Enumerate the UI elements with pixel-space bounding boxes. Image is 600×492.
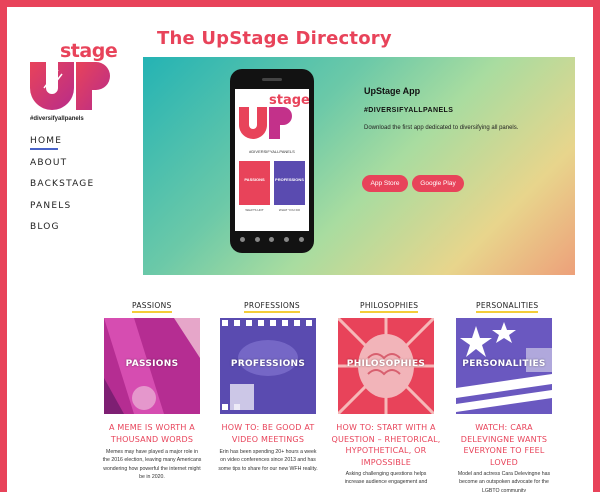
phone-tile-professions: PROFESSIONS [274,161,305,205]
hashtag-text: #diversifyallpanels [30,116,84,122]
passions-card-image[interactable]: PASSIONS [104,318,200,414]
card-image-word: PHILOSOPHIES [346,359,426,369]
google-play-button[interactable]: Google Play [412,175,464,192]
card-image-word: PROFESSIONS [230,359,306,369]
hero-description: Download the first app dedicated to dive… [364,125,519,131]
phone-tile-label: PASSIONS [244,177,265,182]
professions-card-image[interactable]: PROFESSIONS [220,318,316,414]
passions-article-excerpt: Memes may have played a major role in th… [102,449,202,480]
category-philosophies-link[interactable]: PHILOSOPHIES [360,301,419,313]
phone-speaker [262,78,282,81]
site-logo[interactable]: stage [28,40,118,110]
dock-icon [269,236,275,242]
phone-screen: stage #DIVERSIFYALLPANELS PASSIONS PROFE… [235,89,309,231]
category-personalities-link[interactable]: PERSONALITIES [476,301,539,313]
professions-article-title[interactable]: HOW TO: BE GOOD AT VIDEO MEETINGS [213,422,323,445]
philosophies-article-excerpt: Asking challenging questions helps incre… [344,471,428,486]
up-logo-icon [30,62,110,110]
category-passions-link[interactable]: PASSIONS [132,301,172,313]
phone-tile-label: PROFESSIONS [275,177,304,182]
dock-icon [254,236,260,242]
phone-tile-caption: WHAT'S HOT [245,208,264,212]
hero-title: UpStage App [364,86,421,96]
phone-mockup: stage #DIVERSIFYALLPANELS PASSIONS PROFE… [230,69,314,253]
nav-item-panels[interactable]: PANELS [30,201,94,223]
phone-tile-passions: PASSIONS [239,161,270,205]
professions-article-excerpt: Erin has been spending 20+ hours a week … [218,449,318,472]
philosophies-article-title[interactable]: HOW TO: START WITH A QUESTION – RHETORIC… [331,422,441,468]
card-image-word: PASSIONS [125,359,179,369]
phone-logo-word: stage [269,93,309,108]
nav-item-about[interactable]: ABOUT [30,158,94,180]
app-hero-banner: stage #DIVERSIFYALLPANELS PASSIONS PROFE… [143,57,575,275]
main-nav: HOME ABOUT BACKSTAGE PANELS BLOG [30,136,94,244]
personalities-article-excerpt: Model and actress Cara Delevingne has be… [457,471,551,492]
phone-tile-caption: WHAT YOU DO [278,208,301,212]
category-professions-link[interactable]: PROFESSIONS [244,301,300,313]
dock-icon [284,236,290,242]
app-store-button[interactable]: App Store [362,175,408,192]
hero-subtitle: #DIVERSIFYALLPANELS [364,107,454,114]
dock-icon [239,236,245,242]
phone-hashtag: #DIVERSIFYALLPANELS [249,149,295,154]
personalities-card-image[interactable]: PERSONALITIES [456,318,552,414]
personalities-article-title[interactable]: WATCH: CARA DELEVINGNE WANTS EVERYONE TO… [449,422,559,468]
page-title: The UpStage Directory [157,28,392,49]
nav-item-blog[interactable]: BLOG [30,222,94,244]
philosophies-card-image[interactable]: PHILOSOPHIES [338,318,434,414]
nav-item-home[interactable]: HOME [30,136,94,158]
passions-article-title[interactable]: A MEME IS WORTH A THOUSAND WORDS [97,422,207,445]
dock-icon [299,236,305,242]
phone-dock [235,233,309,245]
nav-item-backstage[interactable]: BACKSTAGE [30,179,94,201]
card-image-word: PERSONALITIES [462,359,546,369]
